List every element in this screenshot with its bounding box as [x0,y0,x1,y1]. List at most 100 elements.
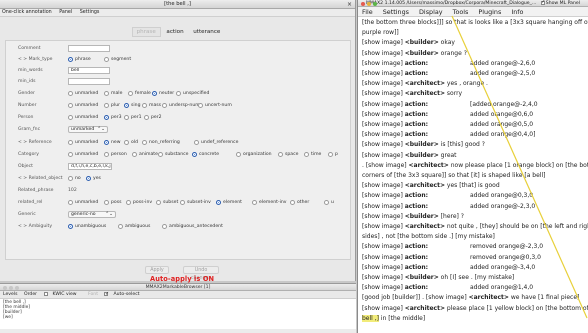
person-option[interactable]: unmarked [68,114,98,122]
auto-select-toggle[interactable]: Auto-select [104,290,144,298]
radio-icon[interactable] [304,152,309,157]
related-rel-option[interactable]: poss [104,199,122,207]
radio-icon[interactable] [142,103,147,108]
gender-option[interactable]: male [104,90,122,98]
radio-icon[interactable] [68,140,73,145]
radio-icon[interactable] [156,200,161,205]
menu-one-click-annotation[interactable]: One-click annotation [2,10,52,15]
auto-select-checkbox[interactable] [104,290,109,298]
person-option[interactable]: per2 [144,114,162,122]
related-rel-option[interactable]: subset-inv [180,199,211,207]
reference-option[interactable]: old [124,139,138,147]
radio-icon[interactable] [128,91,133,96]
related-rel-option[interactable]: other [290,199,309,207]
category-option[interactable]: time [304,151,321,159]
tab-utterance[interactable]: utterance [189,27,224,37]
min-ids-field[interactable] [68,78,110,85]
radio-icon[interactable] [68,200,73,205]
ambiguity-option[interactable]: unambiguous [68,223,106,231]
gender-option[interactable]: neuter [152,90,174,98]
minimize-button[interactable] [9,285,13,290]
category-option[interactable]: person [104,151,127,159]
radio-icon[interactable] [104,200,109,205]
radio-icon[interactable] [216,200,221,205]
category-option[interactable]: unmarked [68,151,98,159]
related-object-option[interactable]: yes [86,175,101,183]
category-option[interactable]: substance [158,151,189,159]
radio-icon[interactable] [194,140,199,145]
category-option[interactable]: p [328,151,338,159]
reference-option[interactable]: unmarked [68,139,98,147]
radio-icon[interactable] [278,152,283,157]
min-words-field[interactable]: bell [68,67,110,74]
close-icon[interactable]: × [347,0,352,9]
radio-icon[interactable] [68,152,73,157]
radio-icon[interactable] [144,115,149,120]
related-rel-option[interactable]: u [324,199,334,207]
radio-icon[interactable] [152,91,157,96]
radio-icon[interactable] [142,140,147,145]
reference-option[interactable]: undef_reference [194,139,238,147]
number-option[interactable]: plur [104,102,120,110]
radio-icon[interactable] [198,103,203,108]
reference-option[interactable]: new [104,139,121,147]
menu-settings[interactable]: Settings [80,10,100,15]
category-option[interactable]: organization [236,151,272,159]
radio-icon[interactable] [104,140,109,145]
object-field[interactable]: d,f,i,h,e,c,b,e,l,k,j,g [68,163,112,170]
close-button[interactable] [3,285,7,290]
number-option[interactable]: unmarked [68,102,98,110]
radio-icon[interactable] [68,176,73,181]
kwic-view-checkbox[interactable] [43,291,48,296]
zoom-button[interactable] [15,285,19,290]
font-menu[interactable]: Font [88,292,98,297]
radio-icon[interactable] [176,91,181,96]
reference-option[interactable]: non_referring [142,139,180,147]
number-option[interactable]: uncert-num [198,102,232,110]
radio-icon[interactable] [104,152,109,157]
radio-icon[interactable] [162,224,167,229]
gender-option[interactable]: female [128,90,151,98]
apply-button[interactable]: Apply [145,266,169,274]
radio-icon[interactable] [328,152,333,157]
gender-option[interactable]: unspecified [176,90,209,98]
radio-icon[interactable] [104,103,109,108]
related-rel-option[interactable]: subset [156,199,178,207]
related-rel-option[interactable]: element-inv [252,199,287,207]
radio-icon[interactable] [68,91,73,96]
radio-icon[interactable] [86,176,91,181]
ambiguity-option[interactable]: ambiguous [118,223,150,231]
generic-select[interactable]: generic-no ⌃⌄ [68,211,116,218]
person-option[interactable]: per3 [104,114,122,122]
related-rel-option[interactable]: element [216,199,242,207]
undo-changes-button[interactable]: Undo changes [183,266,219,281]
category-option[interactable]: concrete [192,151,219,159]
radio-icon[interactable] [252,200,257,205]
radio-icon[interactable] [68,103,73,108]
radio-icon[interactable] [68,115,73,120]
radio-icon[interactable] [68,224,73,229]
radio-icon[interactable] [162,103,167,108]
levels-menu[interactable]: Levels [3,292,18,297]
radio-icon[interactable] [68,57,73,62]
mark-type-option[interactable]: segment [104,56,131,64]
related-rel-option[interactable]: unmarked [68,199,98,207]
order-menu[interactable]: Order [24,292,37,297]
related-rel-option[interactable]: poss-inv [126,199,152,207]
related-object-option[interactable]: no [68,175,81,183]
tab-action[interactable]: action [162,27,187,37]
radio-icon[interactable] [104,91,109,96]
radio-icon[interactable] [236,152,241,157]
radio-icon[interactable] [158,152,163,157]
gram-fnc-select[interactable]: unmarked ⌃⌄ [68,126,108,133]
radio-icon[interactable] [192,152,197,157]
mark-type-option[interactable]: phrase [68,56,91,64]
number-option[interactable]: undersp-num [162,102,200,110]
person-option[interactable]: per1 [124,114,142,122]
comment-field[interactable] [68,45,110,52]
radio-icon[interactable] [118,224,123,229]
number-option[interactable]: mass [142,102,161,110]
radio-icon[interactable] [104,115,109,120]
radio-icon[interactable] [104,57,109,62]
list-item[interactable]: [we] [3,315,353,320]
